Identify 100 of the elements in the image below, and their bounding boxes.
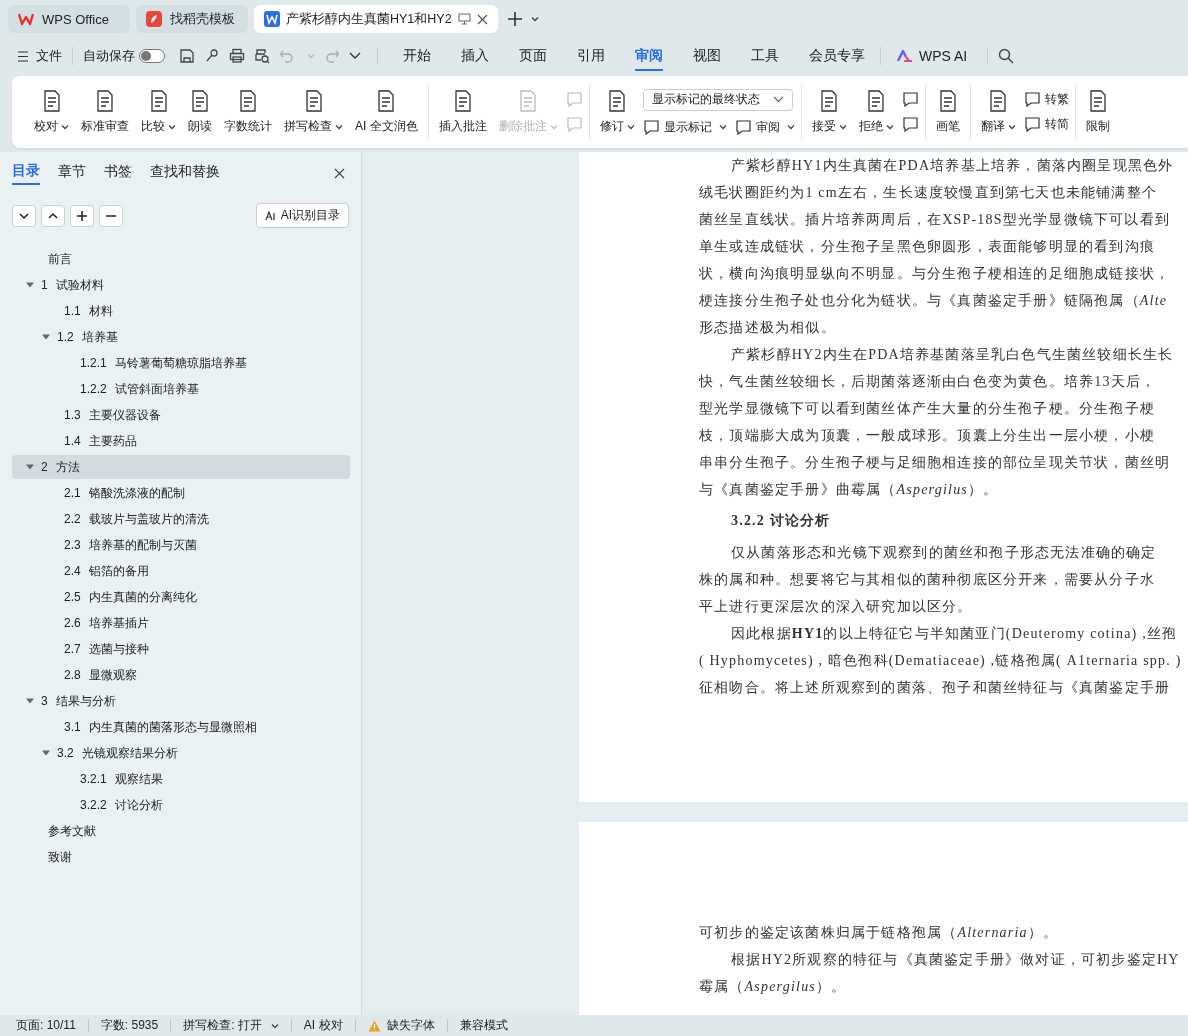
ribbon-button[interactable]: 比较 — [137, 85, 180, 139]
expand-arrow-icon[interactable] — [26, 281, 34, 289]
toc-item[interactable]: 3.2.1 观察结果 — [12, 767, 350, 791]
expand-arrow-icon[interactable] — [26, 463, 34, 471]
ai-toc-button[interactable]: AI识别目录 — [255, 203, 349, 228]
nav-tab[interactable]: 查找和替换 — [150, 163, 220, 184]
toc-item[interactable]: 2.2 载玻片与盖玻片的清洗 — [12, 507, 350, 531]
ribbon-tab[interactable]: 引用 — [577, 41, 605, 71]
paragraph-line: 征相吻合。将上述所观察到的菌落、孢子和菌丝特征与《真菌鉴定手册 — [699, 679, 1171, 697]
more-caret-icon[interactable] — [349, 52, 361, 60]
document-tab[interactable]: 找稻壳模板 — [136, 5, 248, 33]
save-icon[interactable] — [179, 48, 195, 64]
paragraph-line: 与《真菌鉴定手册》曲霉属（Aspergilus）。 — [699, 481, 999, 499]
plus-icon[interactable] — [508, 12, 522, 26]
ribbon-tab[interactable]: 开始 — [403, 41, 431, 71]
caret-icon — [61, 123, 69, 130]
comment-nav-button[interactable] — [901, 116, 919, 133]
ribbon-button[interactable]: AI 全文润色 — [351, 85, 422, 139]
key-icon[interactable] — [204, 48, 220, 64]
expand-arrow-icon[interactable] — [42, 333, 50, 341]
document-tab[interactable]: 产紫杉醇内生真菌HY1和HY2 — [254, 5, 498, 33]
toc-item[interactable]: 3.2 光镜观察结果分析 — [12, 741, 350, 765]
ribbon-button[interactable]: 拒绝 — [854, 85, 898, 139]
close-icon[interactable] — [334, 168, 345, 179]
ribbon-button[interactable]: 画笔 — [931, 85, 964, 139]
toc-item[interactable]: 1.4 主要药品 — [12, 429, 350, 453]
print-icon[interactable] — [229, 48, 245, 64]
minus-icon[interactable] — [99, 204, 123, 227]
autosave-toggle[interactable] — [139, 49, 165, 63]
status-item[interactable]: 兼容模式 — [459, 1017, 508, 1034]
toc-item[interactable]: 2.8 显微观察 — [12, 663, 350, 687]
toc-item[interactable]: 前言 — [12, 247, 350, 271]
status-item[interactable]: 页面: 10/11 — [16, 1017, 76, 1034]
toc-item[interactable]: 1.2.2 试管斜面培养基 — [12, 377, 350, 401]
ribbon-button[interactable]: 标准审查 — [77, 85, 133, 139]
status-item[interactable]: 字数: 5935 — [100, 1017, 159, 1034]
ribbon-button[interactable]: 显示标记 — [642, 118, 727, 136]
toc-item[interactable]: 2 方法 — [12, 455, 350, 479]
ribbon-button[interactable]: 校对 — [30, 85, 73, 139]
ribbon-button[interactable]: 限制 — [1081, 85, 1114, 139]
comment-icon — [565, 116, 583, 133]
ribbon-button[interactable]: 审阅 — [734, 118, 795, 136]
ribbon-button[interactable]: 修订 — [595, 85, 639, 139]
print-preview-icon[interactable] — [254, 48, 270, 64]
ribbon-button[interactable]: 转繁 — [1023, 91, 1069, 108]
status-menu[interactable]: 拼写检查: 打开 — [183, 1017, 279, 1034]
nav-tab[interactable]: 书签 — [104, 163, 132, 184]
toc-item[interactable]: 1 试验材料 — [12, 273, 350, 297]
expand-up-icon[interactable] — [41, 204, 65, 227]
status-item[interactable]: AI 校对 — [303, 1017, 343, 1034]
ribbon-tab[interactable]: 工具 — [751, 41, 779, 71]
document-tab[interactable]: WPS Office — [8, 5, 130, 33]
status-item[interactable]: 缺失字体 — [367, 1017, 435, 1034]
toc-item[interactable]: 2.4 铝箔的备用 — [12, 559, 350, 583]
toc-item[interactable]: 2.5 内生真菌的分离纯化 — [12, 585, 350, 609]
toc-item[interactable]: 1.2 培养基 — [12, 325, 350, 349]
toc-item[interactable]: 1.2.1 马铃薯葡萄糖琼脂培养基 — [12, 351, 350, 375]
toc-item[interactable]: 2.6 培养基插片 — [12, 611, 350, 635]
ribbon-button[interactable]: 接受 — [807, 85, 851, 139]
ribbon-tab[interactable]: 页面 — [519, 41, 547, 71]
toc-item[interactable]: 1.1 材料 — [12, 299, 350, 323]
search-icon[interactable] — [998, 48, 1015, 64]
close-icon[interactable] — [477, 13, 488, 25]
toc-item[interactable]: 3.2.2 讨论分析 — [12, 793, 350, 817]
expand-arrow-icon[interactable] — [42, 749, 50, 757]
ribbon-button[interactable]: 转简 — [1023, 116, 1069, 133]
file-menu[interactable]: 文件 — [18, 47, 62, 65]
caret-icon — [168, 123, 176, 130]
toc-item[interactable]: 2.7 选菌与接种 — [12, 637, 350, 661]
toc-item[interactable]: 2.1 铬酸洗涤液的配制 — [12, 481, 350, 505]
nav-tab[interactable]: 章节 — [58, 163, 86, 184]
comment-icon — [565, 91, 583, 108]
collapse-down-icon[interactable] — [12, 204, 36, 227]
ribbon-button[interactable]: 插入批注 — [434, 85, 491, 139]
toc-item[interactable]: 2.3 培养基的配制与灭菌 — [12, 533, 350, 557]
ribbon-tab[interactable]: 视图 — [693, 41, 721, 71]
ribbon-button[interactable]: 朗读 — [184, 85, 216, 139]
ribbon-tab[interactable]: 会员专享 — [809, 41, 865, 71]
nav-tab[interactable]: 目录 — [12, 162, 40, 185]
caret-icon — [549, 123, 558, 130]
ribbon-button[interactable]: 字数统计 — [220, 85, 276, 139]
toc-item[interactable]: 致谢 — [12, 845, 350, 869]
paragraph-line: 状，横向沟痕明显纵向不明显。与分生孢子梗相连的足细胞成链接状， — [699, 265, 1171, 283]
ribbon-button[interactable]: 拼写检查 — [280, 85, 347, 139]
paragraph-line: 菌丝呈直线状。插片培养两周后，在XSP-18S型光学显微镜下可以看到 — [699, 211, 1170, 229]
ribbon-tab[interactable]: 审阅 — [635, 41, 663, 71]
ribbon-button[interactable]: 翻译 — [976, 85, 1020, 139]
comment-nav-button[interactable] — [901, 91, 919, 108]
toc-item[interactable]: 参考文献 — [12, 819, 350, 843]
caret-icon — [1007, 123, 1016, 130]
markup-dropdown[interactable]: 显示标记的最终状态 — [642, 88, 793, 111]
caret-icon — [786, 124, 795, 130]
expand-arrow-icon[interactable] — [26, 697, 34, 705]
toc-item[interactable]: 3.1 内生真菌的菌落形态与显微照相 — [12, 715, 350, 739]
toc-item[interactable]: 1.3 主要仪器设备 — [12, 403, 350, 427]
caret-icon — [307, 53, 315, 59]
logo-icon — [18, 12, 34, 26]
toc-item[interactable]: 3 结果与分析 — [12, 689, 350, 713]
ai-tab[interactable]: WPS AI — [897, 48, 968, 64]
ribbon-tab[interactable]: 插入 — [461, 41, 489, 71]
